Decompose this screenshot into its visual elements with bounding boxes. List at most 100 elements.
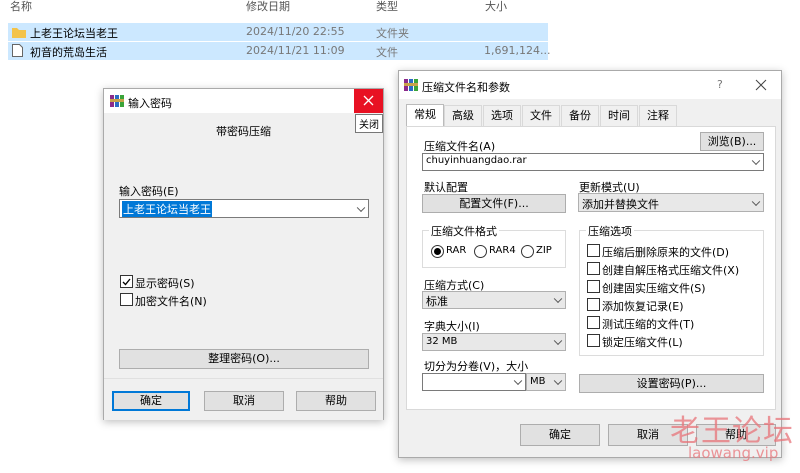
help-button[interactable]: 帮助 <box>296 391 376 411</box>
options-group-label: 压缩选项 <box>586 223 634 239</box>
ok-button[interactable]: 确定 <box>520 424 600 446</box>
format-group-label: 压缩文件格式 <box>429 223 499 239</box>
file-row[interactable]: 上老王论坛当老王 2024/11/20 22:55 文件夹 <box>8 23 548 41</box>
sfx-checkbox[interactable] <box>587 262 600 275</box>
option-label: 压缩后删除原来的文件(D) <box>602 246 730 259</box>
file-size: 1,691,124... <box>484 44 551 57</box>
chevron-down-icon[interactable] <box>553 336 563 346</box>
chevron-down-icon[interactable] <box>356 203 366 212</box>
close-icon <box>363 95 374 106</box>
column-type[interactable]: 类型 <box>376 0 398 14</box>
dict-select[interactable]: 32 MB <box>422 333 566 351</box>
encrypt-names-label: 加密文件名(N) <box>135 295 207 308</box>
folder-icon <box>12 26 26 41</box>
cancel-button[interactable]: 取消 <box>608 424 688 446</box>
recovery-record-checkbox[interactable] <box>587 298 600 311</box>
password-dialog-title: 输入密码 <box>128 97 172 110</box>
password-value: 上老王论坛当老王 <box>122 201 212 217</box>
dict-value: 32 MB <box>426 336 458 347</box>
organize-passwords-button[interactable]: 整理密码(O)... <box>119 349 369 369</box>
chevron-down-icon[interactable] <box>553 376 563 386</box>
chevron-down-icon[interactable] <box>751 197 761 206</box>
tab-options[interactable]: 选项 <box>483 105 521 126</box>
format-zip-label: ZIP <box>536 245 552 256</box>
checkmark-icon <box>122 278 131 286</box>
update-mode-select[interactable]: 添加并替换文件 <box>578 193 764 212</box>
encrypt-names-checkbox[interactable] <box>120 293 133 306</box>
split-size-input[interactable] <box>422 373 526 391</box>
file-type: 文件 <box>376 46 398 59</box>
password-dialog-footer: 确定 取消 帮助 <box>104 378 383 420</box>
archive-name-label: 压缩文件名(A) <box>424 140 496 153</box>
archive-name-value: chuyinhuangdao.rar <box>426 155 527 166</box>
solid-checkbox[interactable] <box>587 280 600 293</box>
format-rar4-label: RAR4 <box>489 245 516 256</box>
option-label: 添加恢复记录(E) <box>602 300 684 313</box>
column-date[interactable]: 修改日期 <box>246 0 290 14</box>
password-dialog: 输入密码 关闭 带密码压缩 输入密码(E) 上老王论坛当老王 显示密码(S) 加… <box>103 88 384 420</box>
tab-general[interactable]: 常规 <box>406 104 444 127</box>
ok-button[interactable]: 确定 <box>112 391 190 411</box>
file-list-header: 名称 修改日期 类型 大小 <box>0 0 552 14</box>
chevron-down-icon[interactable] <box>751 156 761 166</box>
option-label: 创建固实压缩文件(S) <box>602 282 706 295</box>
dict-label: 字典大小(I) <box>424 320 480 333</box>
password-label: 输入密码(E) <box>119 185 179 198</box>
default-profile-label: 默认配置 <box>424 181 468 194</box>
close-button[interactable] <box>354 89 383 113</box>
split-label: 切分为分卷(V)，大小 <box>424 360 529 373</box>
format-group: 压缩文件格式 RAR RAR4 ZIP <box>422 223 566 268</box>
tab-files[interactable]: 文件 <box>522 105 560 126</box>
format-rar4-radio[interactable] <box>474 245 487 258</box>
cancel-button[interactable]: 取消 <box>204 391 284 411</box>
tab-time[interactable]: 时间 <box>600 105 638 126</box>
delete-after-checkbox[interactable] <box>587 244 600 257</box>
winrar-icon <box>110 94 124 111</box>
file-date: 2024/11/20 22:55 <box>246 25 345 38</box>
option-label: 锁定压缩文件(L) <box>602 336 683 349</box>
password-dialog-titlebar: 输入密码 <box>104 89 383 113</box>
help-button[interactable]: 帮助 <box>696 424 776 446</box>
file-type: 文件夹 <box>376 27 409 40</box>
archive-dialog-title: 压缩文件名和参数 <box>422 81 510 94</box>
tab-bar: 常规 高级 选项 文件 备份 时间 注释 <box>406 104 774 127</box>
close-icon[interactable] <box>755 79 767 91</box>
method-select[interactable]: 标准 <box>422 291 566 309</box>
archive-dialog-titlebar: 压缩文件名和参数 ? <box>399 71 781 99</box>
password-input[interactable]: 上老王论坛当老王 <box>119 199 369 218</box>
set-password-button[interactable]: 设置密码(P)... <box>579 374 764 393</box>
method-value: 标准 <box>426 295 448 308</box>
split-unit-value: MB <box>530 376 546 387</box>
option-label: 创建自解压格式压缩文件(X) <box>602 264 740 277</box>
options-group: 压缩选项 压缩后删除原来的文件(D) 创建自解压格式压缩文件(X) 创建固实压缩… <box>579 223 764 356</box>
file-icon <box>12 44 23 60</box>
chevron-down-icon[interactable] <box>513 376 523 386</box>
tab-advanced[interactable]: 高级 <box>444 105 482 126</box>
archive-dialog: 压缩文件名和参数 ? 常规 高级 选项 文件 备份 时间 注释 压缩文件名(A)… <box>398 70 782 458</box>
browse-button[interactable]: 浏览(B)... <box>700 132 764 151</box>
column-name[interactable]: 名称 <box>10 0 32 14</box>
dialog-heading: 带密码压缩 <box>216 125 271 138</box>
tab-comment[interactable]: 注释 <box>639 105 677 126</box>
help-question-button[interactable]: ? <box>717 78 723 91</box>
profiles-button[interactable]: 配置文件(F)... <box>422 194 566 213</box>
tab-backup[interactable]: 备份 <box>561 105 599 126</box>
show-password-checkbox[interactable] <box>120 275 133 288</box>
split-unit-select[interactable]: MB <box>526 373 566 391</box>
file-row[interactable]: 初音的荒岛生活 2024/11/21 11:09 文件 1,691,124... <box>8 42 551 60</box>
show-password-label: 显示密码(S) <box>135 277 195 290</box>
winrar-icon <box>404 78 418 95</box>
column-size[interactable]: 大小 <box>485 0 507 14</box>
option-label: 测试压缩的文件(T) <box>602 318 695 331</box>
format-zip-radio[interactable] <box>521 245 534 258</box>
chevron-down-icon[interactable] <box>553 294 563 304</box>
file-date: 2024/11/21 11:09 <box>246 44 345 57</box>
general-panel: 压缩文件名(A) 浏览(B)... chuyinhuangdao.rar 默认配… <box>406 126 776 410</box>
format-rar-label: RAR <box>446 245 467 256</box>
archive-name-input[interactable]: chuyinhuangdao.rar <box>422 153 764 171</box>
lock-archive-checkbox[interactable] <box>587 334 600 347</box>
test-files-checkbox[interactable] <box>587 316 600 329</box>
update-mode-value: 添加并替换文件 <box>582 198 659 211</box>
file-name: 上老王论坛当老王 <box>30 27 118 40</box>
format-rar-radio[interactable] <box>431 245 444 258</box>
